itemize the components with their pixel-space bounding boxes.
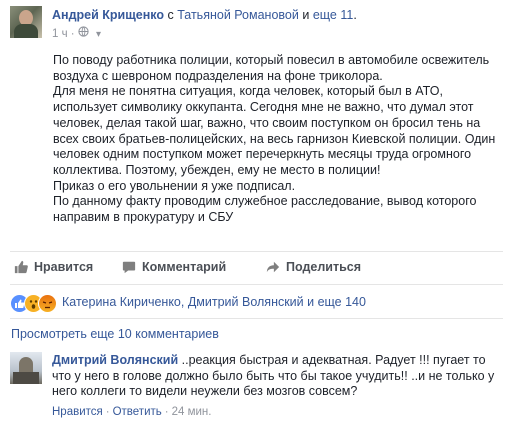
post-time[interactable]: 1 ч (52, 28, 68, 40)
globe-icon[interactable] (78, 26, 92, 40)
period-text: . (353, 8, 357, 22)
share-label: Поделиться (286, 260, 362, 274)
comment-like-link[interactable]: Нравится (52, 406, 103, 418)
author-name-link[interactable]: Андрей Крищенко (52, 8, 164, 22)
divider (10, 284, 503, 285)
audience-caret-icon[interactable]: ▾ (96, 29, 101, 40)
share-button[interactable]: Поделиться (266, 260, 361, 274)
comment-label: Комментарий (142, 260, 227, 274)
dot-separator: · (70, 28, 78, 40)
like-button[interactable]: Нравится (14, 260, 93, 274)
comment-reply-link[interactable]: Ответить (113, 406, 162, 418)
comment-item: Дмитрий Волянский ..реакция быстрая и ад… (10, 349, 505, 424)
and-word: и (302, 8, 310, 22)
comment-text: Дмитрий Волянский ..реакция быстрая и ад… (52, 353, 502, 400)
with-word: с (167, 8, 174, 22)
thumbs-up-icon (14, 260, 28, 274)
post-body: По поводу работника полиции, который пов… (53, 53, 498, 226)
author-line: Андрей Крищенко с Татьяной Романовой и е… (52, 8, 357, 22)
comment-author-link[interactable]: Дмитрий Волянский (52, 353, 178, 367)
comment-time[interactable]: 24 мин. (172, 406, 212, 418)
like-label: Нравится (34, 260, 94, 274)
divider (10, 318, 503, 319)
post-paragraph: По поводу работника полиции, который пов… (53, 53, 490, 83)
tagged-others-link[interactable]: еще 11 (313, 8, 354, 22)
reaction-icons (10, 294, 60, 313)
commenter-avatar[interactable] (10, 352, 42, 384)
dot-separator: · (105, 406, 110, 418)
divider (10, 251, 503, 252)
reactions-summary[interactable]: Катерина Кириченко, Дмитрий Волянский и … (10, 292, 505, 314)
comment-button[interactable]: Комментарий (122, 260, 226, 274)
post-paragraph: Приказ о его увольнении я уже подписал. (53, 178, 296, 193)
reaction-names[interactable]: Катерина Кириченко, Дмитрий Волянский и … (62, 295, 366, 309)
post-header: Андрей Крищенко с Татьяной Романовой и е… (10, 6, 505, 40)
post-meta: 1 ч · ▾ (52, 26, 101, 40)
comment-icon (122, 261, 136, 274)
dot-separator: · (164, 406, 169, 418)
tagged-user-link[interactable]: Татьяной Романовой (177, 8, 299, 22)
post-action-bar: Нравится Комментарий Поделиться (10, 257, 505, 281)
angry-icon (38, 294, 57, 313)
post-paragraph: Для меня не понятна ситуация, когда чело… (53, 84, 496, 177)
share-icon (266, 261, 280, 273)
comment-actions: Нравится · Ответить · 24 мин. (52, 406, 211, 418)
post-paragraph: По данному факту проводим служебное расс… (53, 194, 477, 225)
view-more-comments-link[interactable]: Просмотреть еще 10 комментариев (11, 327, 219, 341)
author-avatar[interactable] (10, 6, 42, 38)
